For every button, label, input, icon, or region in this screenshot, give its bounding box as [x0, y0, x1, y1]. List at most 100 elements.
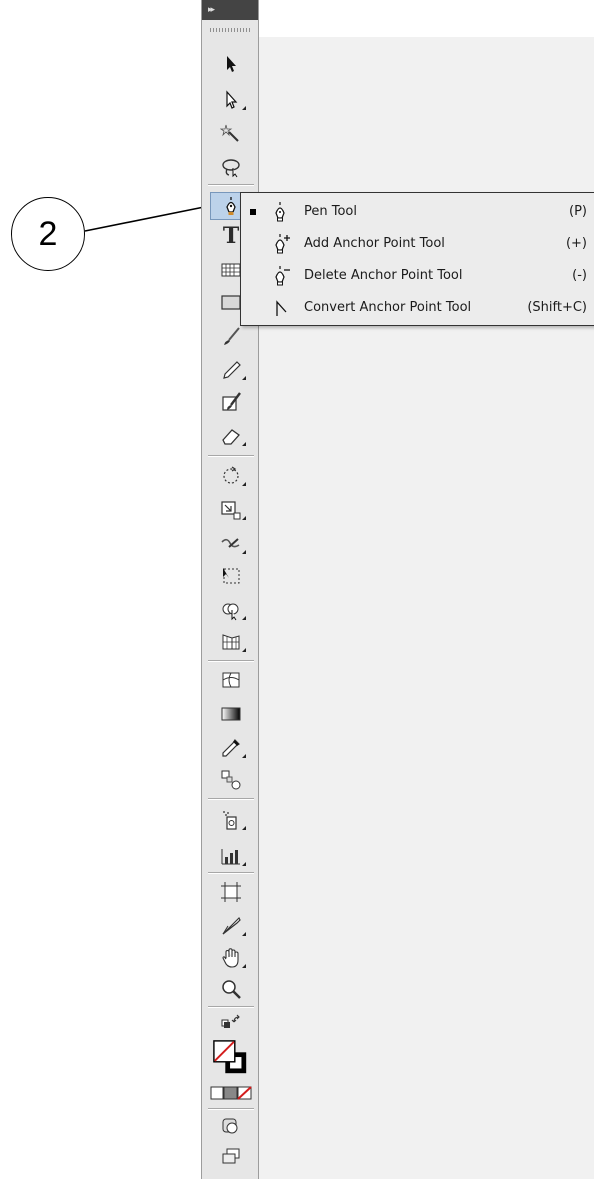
free-transform-tool[interactable] [210, 562, 252, 590]
tools-panel: ▸▸ T [201, 0, 259, 1179]
separator [208, 1006, 254, 1008]
type-tool-icon: T [222, 223, 240, 249]
eyedropper-tool[interactable] [210, 734, 252, 762]
menu-item-add-anchor-point-tool[interactable]: Add Anchor Point Tool (+) [241, 229, 594, 259]
selected-indicator [250, 209, 256, 215]
gradient-tool-icon [221, 707, 241, 721]
menu-item-shortcut: (+) [565, 236, 587, 251]
submenu-indicator [242, 754, 246, 758]
magic-wand-tool-icon [220, 124, 239, 142]
shape-builder-tool[interactable] [210, 596, 252, 624]
warp-tool[interactable] [210, 530, 252, 558]
blend-tool-icon [221, 770, 241, 790]
screen-mode-icon [222, 1148, 240, 1164]
menu-item-pen-tool[interactable]: Pen Tool (P) [241, 197, 594, 227]
draw-mode-button[interactable] [210, 1114, 252, 1138]
submenu-indicator [242, 616, 246, 620]
delete-anchor-point-icon [275, 266, 290, 286]
pen-tool-icon [226, 197, 236, 215]
shape-builder-tool-icon [222, 603, 239, 621]
draw-mode-icon [222, 1118, 238, 1134]
submenu-indicator [242, 932, 246, 936]
symbol-sprayer-tool[interactable] [210, 806, 252, 834]
symbol-sprayer-tool-icon [223, 811, 237, 830]
line-segment-tool-icon [221, 263, 241, 277]
hand-tool-icon [222, 948, 239, 968]
zoom-tool-icon [222, 980, 241, 999]
callout-number: 2 [11, 197, 85, 271]
separator [208, 184, 254, 186]
artboard-tool-icon [221, 882, 241, 902]
mesh-tool[interactable] [210, 666, 252, 694]
submenu-indicator [242, 964, 246, 968]
color-mode-buttons[interactable] [210, 1082, 252, 1104]
menu-item-label: Convert Anchor Point Tool [304, 300, 472, 315]
slice-tool[interactable] [210, 912, 252, 940]
menu-item-delete-anchor-point-tool[interactable]: Delete Anchor Point Tool (-) [241, 261, 594, 291]
magic-wand-tool[interactable] [210, 120, 252, 148]
eraser-tool-icon [222, 429, 240, 445]
default-swap-colors[interactable] [210, 1012, 252, 1034]
blob-brush-tool[interactable] [210, 388, 252, 416]
submenu-indicator [242, 862, 246, 866]
pen-tool-flyout-menu: Pen Tool (P) Add Anchor Point Tool (+) D… [240, 192, 594, 326]
lasso-tool[interactable] [210, 153, 252, 181]
selection-tool-icon [227, 56, 236, 72]
slice-tool-icon [222, 916, 241, 935]
submenu-indicator [242, 376, 246, 380]
submenu-indicator [242, 648, 246, 652]
menu-item-shortcut: (Shift+C) [527, 300, 587, 315]
submenu-indicator [242, 516, 246, 520]
add-anchor-point-icon [275, 234, 290, 254]
menu-item-shortcut: (P) [569, 204, 587, 219]
separator [208, 1108, 254, 1110]
lasso-tool-icon [222, 159, 240, 178]
separator [208, 455, 254, 457]
menu-item-label: Delete Anchor Point Tool [304, 268, 463, 283]
separator [208, 872, 254, 874]
fill-stroke-swatch[interactable] [210, 1038, 252, 1078]
color-gradient-none-icon [210, 1086, 252, 1100]
gradient-tool[interactable] [210, 700, 252, 728]
panel-collapse-button[interactable]: ▸▸ [202, 0, 258, 20]
direct-selection-tool[interactable] [210, 86, 252, 114]
swap-fill-stroke-icon [221, 1014, 240, 1028]
menu-item-label: Pen Tool [304, 204, 357, 219]
separator [208, 798, 254, 800]
perspective-grid-tool-icon [222, 634, 240, 650]
pencil-tool-icon [223, 361, 241, 379]
convert-anchor-point-icon [276, 300, 287, 316]
submenu-indicator [242, 550, 246, 554]
blend-tool[interactable] [210, 766, 252, 794]
pen-icon [275, 202, 285, 222]
eyedropper-tool-icon [222, 739, 240, 757]
menu-item-shortcut: (-) [572, 268, 587, 283]
selection-tool[interactable] [210, 50, 252, 78]
paintbrush-tool[interactable] [210, 322, 252, 350]
screen-mode-button[interactable] [210, 1144, 252, 1168]
submenu-indicator [242, 482, 246, 486]
pencil-tool[interactable] [210, 356, 252, 384]
panel-grip[interactable] [210, 28, 250, 32]
eraser-tool[interactable] [210, 422, 252, 450]
free-transform-tool-icon [223, 568, 240, 584]
paintbrush-tool-icon [224, 327, 240, 345]
blob-brush-tool-icon [222, 392, 241, 411]
rotate-tool[interactable] [210, 462, 252, 490]
fill-stroke-swatch-icon [213, 1040, 247, 1074]
submenu-indicator [242, 442, 246, 446]
mesh-tool-icon [222, 672, 240, 688]
separator [208, 660, 254, 662]
submenu-indicator [242, 106, 246, 110]
artboard-tool[interactable] [210, 878, 252, 906]
menu-item-convert-anchor-point-tool[interactable]: Convert Anchor Point Tool (Shift+C) [241, 293, 594, 323]
hand-tool[interactable] [210, 944, 252, 972]
scale-tool[interactable] [210, 496, 252, 524]
column-graph-tool-icon [221, 849, 240, 865]
column-graph-tool[interactable] [210, 842, 252, 870]
rotate-tool-icon [223, 466, 239, 484]
submenu-indicator [242, 826, 246, 830]
zoom-tool[interactable] [210, 976, 252, 1004]
perspective-grid-tool[interactable] [210, 628, 252, 656]
rectangle-tool-icon [221, 295, 241, 310]
